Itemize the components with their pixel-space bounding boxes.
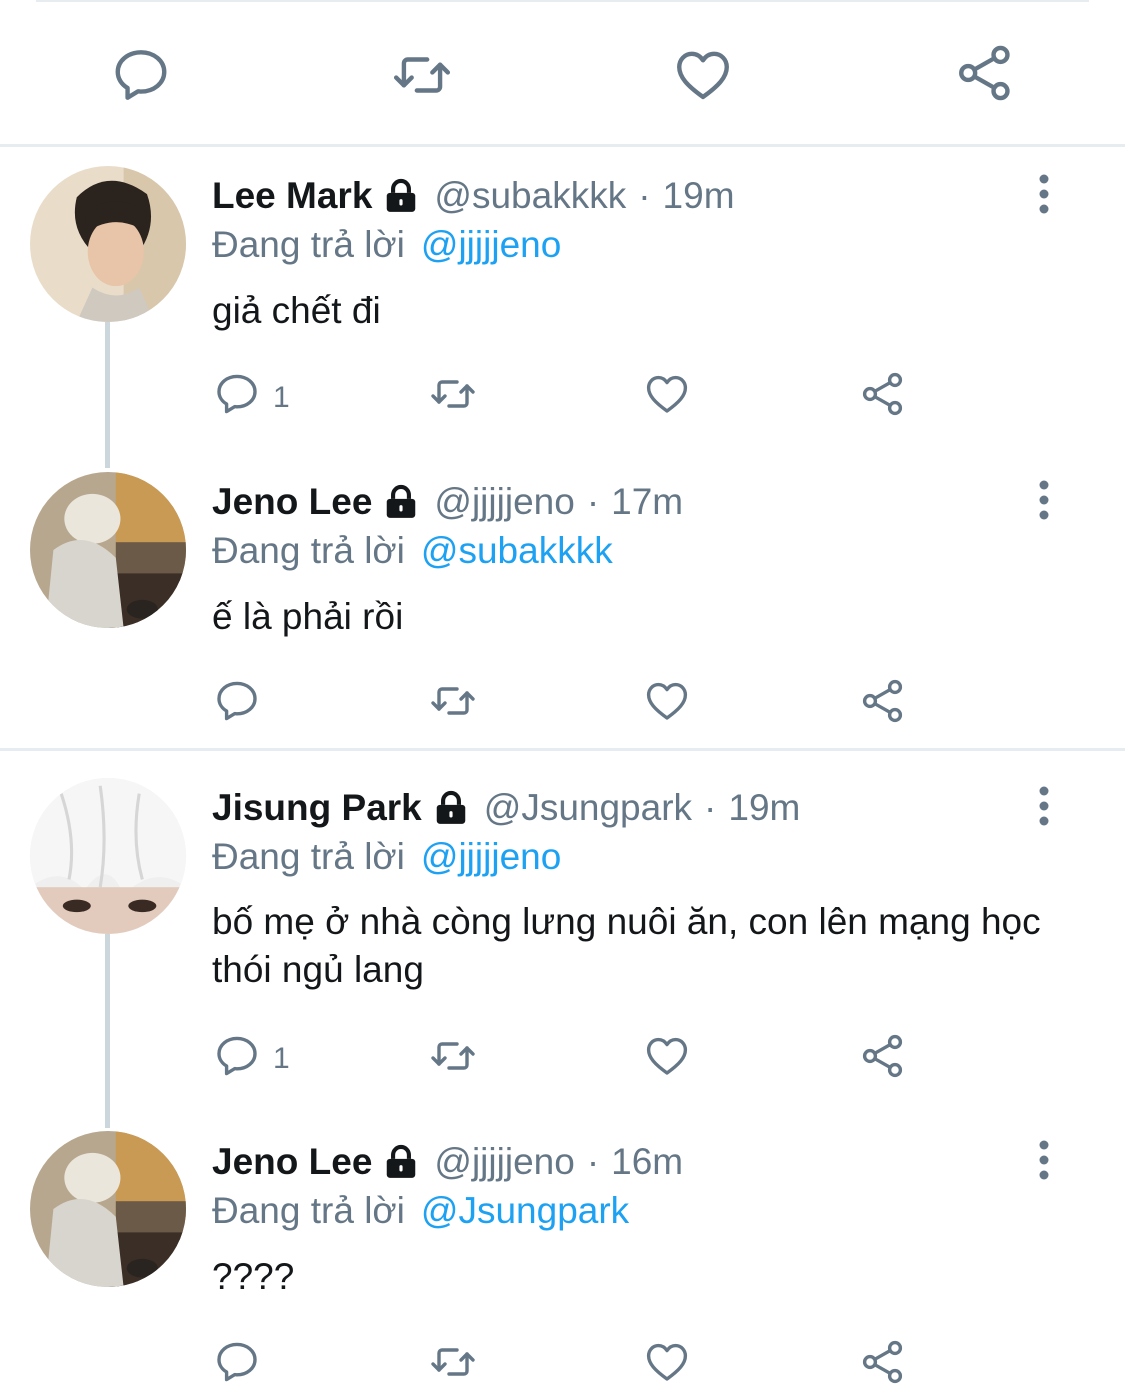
lock-icon (382, 1143, 420, 1181)
timestamp[interactable]: 19m (663, 175, 735, 217)
more-options-icon[interactable] (1030, 174, 1058, 214)
separator-dot: · (638, 175, 651, 216)
tweet-text: bố mẹ ở nhà còng lưng nuôi ăn, con lên m… (212, 901, 1041, 990)
like-icon[interactable] (643, 1032, 691, 1080)
replying-to-label: Đang trả lời (212, 836, 405, 877)
retweet-icon[interactable] (426, 1338, 480, 1386)
comment-icon[interactable] (213, 1032, 261, 1080)
reply-count: 1 (273, 381, 290, 414)
thread-connector (105, 934, 110, 1128)
retweet-icon[interactable] (426, 370, 480, 418)
share-icon[interactable] (859, 1338, 907, 1386)
divider (0, 748, 1125, 751)
avatar[interactable] (30, 166, 186, 322)
like-icon[interactable] (672, 44, 734, 106)
comment-icon[interactable] (213, 370, 261, 418)
comment-icon[interactable] (110, 44, 172, 106)
timestamp[interactable]: 16m (611, 1141, 683, 1183)
replying-to-label: Đang trả lời (212, 530, 405, 571)
more-options-icon[interactable] (1030, 480, 1058, 520)
display-name[interactable]: Lee Mark (212, 175, 372, 217)
avatar[interactable] (30, 472, 186, 628)
more-options-icon[interactable] (1030, 1140, 1058, 1180)
replying-to-handle[interactable]: @jjjjjeno (421, 836, 561, 878)
top-separator (36, 0, 1089, 2)
divider (0, 144, 1125, 147)
lock-icon (382, 177, 420, 215)
avatar[interactable] (30, 778, 186, 934)
tweet-text: ế là phải rồi (212, 596, 404, 637)
separator-dot: · (704, 787, 717, 828)
share-icon[interactable] (859, 370, 907, 418)
replying-to: Đang trả lời @jjjjjeno (212, 220, 561, 270)
share-icon[interactable] (954, 42, 1016, 104)
tweet-text: ???? (212, 1256, 295, 1297)
timestamp[interactable]: 17m (611, 481, 683, 523)
replying-to: Đang trả lời @jjjjjeno (212, 832, 561, 882)
replying-to-handle[interactable]: @jjjjjeno (421, 224, 561, 266)
display-name[interactable]: Jisung Park (212, 787, 422, 829)
replying-to: Đang trả lời @subakkkk (212, 526, 613, 576)
replying-to-label: Đang trả lời (212, 224, 405, 265)
replying-to: Đang trả lời @Jsungpark (212, 1186, 629, 1236)
comment-icon[interactable] (213, 1338, 261, 1386)
separator-dot: · (586, 481, 600, 522)
separator-dot: · (586, 1141, 600, 1182)
tweet-header: Jisung Park @Jsungpark · 19m (212, 783, 800, 833)
reply-count: 1 (273, 1042, 290, 1075)
comment-icon[interactable] (213, 677, 261, 725)
replying-to-label: Đang trả lời (212, 1190, 405, 1231)
lock-icon (432, 789, 470, 827)
replying-to-handle[interactable]: @subakkkk (421, 530, 613, 572)
tweet-header: Jeno Lee @jjjjjeno · 16m (212, 1137, 683, 1187)
timestamp[interactable]: 19m (728, 787, 800, 829)
user-handle[interactable]: @jjjjjeno (434, 1141, 574, 1183)
user-handle[interactable]: @Jsungpark (484, 787, 692, 829)
more-options-icon[interactable] (1030, 786, 1058, 826)
user-handle[interactable]: @subakkkk (434, 175, 626, 217)
retweet-icon[interactable] (388, 44, 456, 106)
replying-to-handle[interactable]: @Jsungpark (421, 1190, 629, 1232)
user-handle[interactable]: @jjjjjeno (434, 481, 574, 523)
share-icon[interactable] (859, 677, 907, 725)
display-name[interactable]: Jeno Lee (212, 1141, 372, 1183)
tweet-text: giả chết đi (212, 290, 381, 331)
lock-icon (382, 483, 420, 521)
avatar[interactable] (30, 1131, 186, 1287)
retweet-icon[interactable] (426, 1032, 480, 1080)
thread-connector (105, 322, 110, 468)
display-name[interactable]: Jeno Lee (212, 481, 372, 523)
retweet-icon[interactable] (426, 677, 480, 725)
like-icon[interactable] (643, 1338, 691, 1386)
tweet-header: Jeno Lee @jjjjjeno · 17m (212, 477, 683, 527)
tweet-header: Lee Mark @subakkkk · 19m (212, 171, 735, 221)
share-icon[interactable] (859, 1032, 907, 1080)
like-icon[interactable] (643, 370, 691, 418)
like-icon[interactable] (643, 677, 691, 725)
